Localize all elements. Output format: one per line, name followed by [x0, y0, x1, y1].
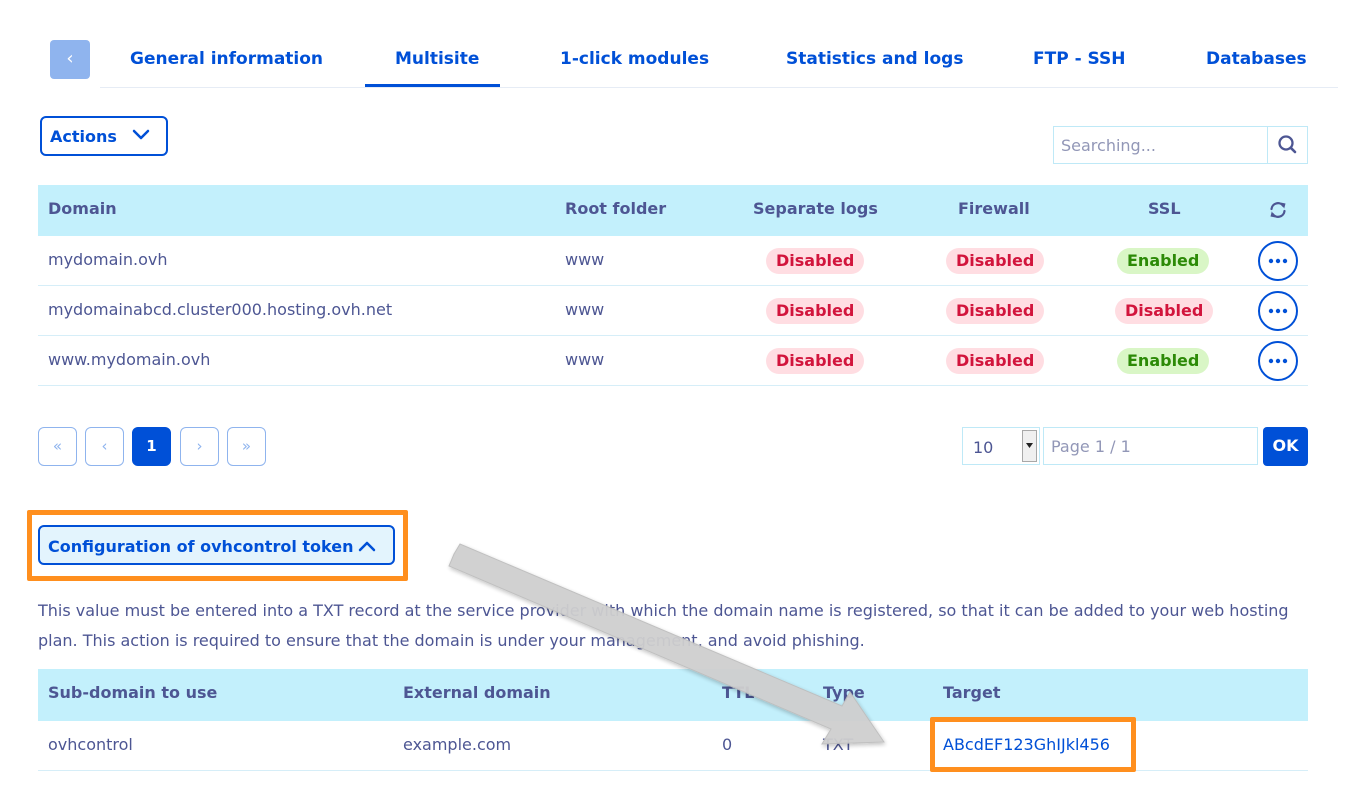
ssl-badge: Disabled — [1115, 298, 1214, 324]
column-header-external-domain: External domain — [403, 683, 551, 702]
table-header: Sub-domain to use External domain TTL Ty… — [38, 669, 1308, 721]
next-page-button[interactable]: › — [180, 427, 219, 466]
last-page-button[interactable]: » — [227, 427, 266, 466]
config-token-label: Configuration of ovhcontrol token — [48, 537, 354, 556]
search-button[interactable] — [1269, 127, 1307, 163]
tab-ftp-ssh[interactable]: FTP - SSH — [1033, 49, 1126, 69]
chevron-up-icon — [358, 541, 376, 552]
separate-logs-badge: Disabled — [766, 348, 865, 374]
table-header: Domain Root folder Separate logs Firewal… — [38, 185, 1308, 236]
current-page-button[interactable]: 1 — [132, 427, 171, 466]
select-arrow[interactable] — [1022, 430, 1037, 462]
root-folder-cell: www — [565, 350, 605, 369]
ssl-badge: Enabled — [1117, 248, 1210, 274]
type-cell: TXT — [823, 735, 854, 754]
row-actions-button[interactable] — [1258, 341, 1298, 381]
column-header-separate-logs[interactable]: Separate logs — [753, 199, 878, 218]
actions-label: Actions — [50, 127, 117, 146]
row-actions-button[interactable] — [1258, 291, 1298, 331]
column-header-ssl[interactable]: SSL — [1148, 199, 1181, 218]
tab-1-click-modules[interactable]: 1-click modules — [560, 49, 709, 69]
config-description: This value must be entered into a TXT re… — [38, 601, 1289, 650]
caret-down-icon — [1026, 443, 1033, 448]
ssl-badge: Enabled — [1117, 348, 1210, 374]
ttl-cell: 0 — [722, 735, 733, 754]
search-input[interactable] — [1054, 127, 1268, 163]
chevron-down-icon — [132, 129, 150, 140]
search-box — [1053, 126, 1308, 164]
root-folder-cell: www — [565, 300, 605, 319]
column-header-root-folder[interactable]: Root folder — [565, 199, 666, 218]
config-token-toggle[interactable]: Configuration of ovhcontrol token — [38, 525, 395, 565]
tab-multisite[interactable]: Multisite — [395, 49, 479, 69]
domain-cell: mydomainabcd.cluster000.hosting.ovh.net — [48, 300, 393, 319]
active-tab-indicator — [365, 84, 500, 87]
root-folder-cell: www — [565, 250, 605, 269]
firewall-badge: Disabled — [946, 298, 1045, 324]
previous-page-button[interactable]: ‹ — [85, 427, 124, 466]
column-header-subdomain: Sub-domain to use — [48, 683, 218, 702]
more-options-icon — [1268, 308, 1288, 314]
column-header-type: Type — [823, 683, 865, 702]
column-header-firewall[interactable]: Firewall — [958, 199, 1030, 218]
column-header-ttl: TTL — [722, 683, 755, 702]
refresh-icon[interactable] — [1268, 200, 1288, 220]
page-size-value: 10 — [973, 438, 994, 457]
table-row: mydomain.ovh www Disabled Disabled Enabl… — [38, 236, 1308, 286]
search-icon — [1278, 135, 1297, 154]
target-highlight-box — [930, 717, 1136, 772]
separate-logs-badge: Disabled — [766, 298, 865, 324]
go-to-page-button[interactable]: OK — [1263, 427, 1308, 466]
row-actions-button[interactable] — [1258, 241, 1298, 281]
first-page-button[interactable]: « — [38, 427, 77, 466]
tab-bar: ‹ General information Multisite 1-click … — [50, 40, 1338, 88]
separate-logs-badge: Disabled — [766, 248, 865, 274]
multisite-table: Domain Root folder Separate logs Firewal… — [38, 185, 1308, 386]
more-options-icon — [1268, 258, 1288, 264]
domain-cell: www.mydomain.ovh — [48, 350, 211, 369]
external-domain-cell: example.com — [403, 735, 512, 754]
tabs-back-button[interactable]: ‹ — [50, 40, 90, 79]
subdomain-cell: ovhcontrol — [48, 735, 133, 754]
tab-bar-divider — [100, 87, 1338, 88]
table-row: www.mydomain.ovh www Disabled Disabled E… — [38, 336, 1308, 386]
actions-dropdown[interactable]: Actions — [40, 116, 168, 156]
firewall-badge: Disabled — [946, 248, 1045, 274]
table-row: mydomainabcd.cluster000.hosting.ovh.net … — [38, 286, 1308, 336]
firewall-badge: Disabled — [946, 348, 1045, 374]
more-options-icon — [1268, 358, 1288, 364]
page-number-input[interactable] — [1043, 427, 1258, 465]
page-size-select[interactable]: 10 — [962, 427, 1040, 465]
tab-databases[interactable]: Databases — [1206, 49, 1307, 69]
domain-cell: mydomain.ovh — [48, 250, 168, 269]
column-header-target: Target — [943, 683, 1001, 702]
column-header-domain[interactable]: Domain — [48, 199, 117, 218]
tab-general-information[interactable]: General information — [130, 49, 323, 69]
tab-statistics-and-logs[interactable]: Statistics and logs — [786, 49, 963, 69]
